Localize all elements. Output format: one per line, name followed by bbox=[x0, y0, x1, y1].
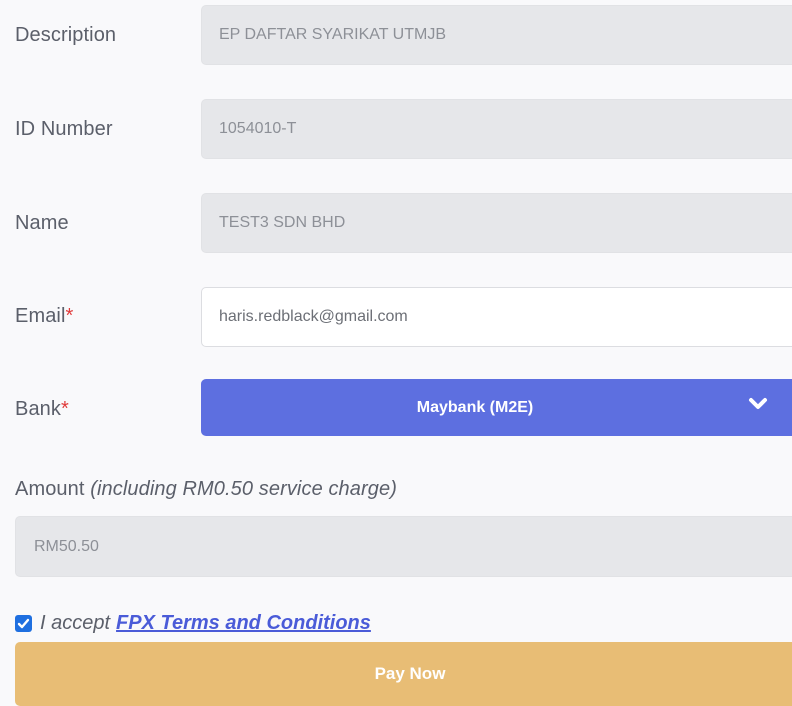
email-value: haris.redblack@gmail.com bbox=[219, 308, 408, 325]
bank-label: Bank* bbox=[15, 398, 69, 421]
pay-now-label: Pay Now bbox=[374, 664, 446, 683]
id-number-label-text: ID Number bbox=[15, 118, 113, 140]
description-value: EP DAFTAR SYARIKAT UTMJB bbox=[219, 26, 446, 43]
email-required-mark: * bbox=[65, 305, 74, 327]
amount-note: (including RM0.50 service charge) bbox=[90, 478, 397, 500]
email-field[interactable]: haris.redblack@gmail.com bbox=[201, 287, 792, 347]
description-label: Description bbox=[15, 24, 116, 47]
amount-value: RM50.50 bbox=[34, 537, 99, 555]
name-value: TEST3 SDN BHD bbox=[219, 214, 346, 231]
amount-label-text: Amount bbox=[15, 478, 85, 500]
description-field: EP DAFTAR SYARIKAT UTMJB bbox=[201, 5, 792, 65]
id-number-value: 1054010-T bbox=[219, 120, 297, 137]
bank-required-mark: * bbox=[61, 398, 69, 420]
name-label-text: Name bbox=[15, 212, 69, 234]
id-number-field: 1054010-T bbox=[201, 99, 792, 159]
name-label: Name bbox=[15, 212, 69, 235]
id-number-label: ID Number bbox=[15, 118, 113, 141]
bank-select[interactable]: Maybank (M2E) bbox=[201, 379, 792, 436]
amount-field: RM50.50 bbox=[15, 516, 792, 577]
terms-link[interactable]: FPX Terms and Conditions bbox=[116, 612, 371, 635]
terms-checkbox[interactable] bbox=[15, 615, 32, 632]
payment-form: Description EP DAFTAR SYARIKAT UTMJB ID … bbox=[0, 0, 792, 706]
amount-label: Amount (including RM0.50 service charge) bbox=[15, 478, 397, 501]
chevron-down-icon[interactable] bbox=[748, 396, 768, 412]
terms-row: I accept FPX Terms and Conditions bbox=[15, 612, 371, 635]
bank-selected-value: Maybank (M2E) bbox=[416, 398, 534, 416]
description-label-text: Description bbox=[15, 24, 117, 46]
email-label-text: Email bbox=[15, 305, 66, 327]
check-icon bbox=[17, 618, 30, 629]
pay-now-button[interactable]: Pay Now bbox=[15, 642, 792, 706]
name-field: TEST3 SDN BHD bbox=[201, 193, 792, 253]
email-label: Email* bbox=[15, 305, 73, 328]
bank-label-text: Bank bbox=[15, 398, 61, 420]
terms-text: I accept bbox=[40, 612, 111, 634]
